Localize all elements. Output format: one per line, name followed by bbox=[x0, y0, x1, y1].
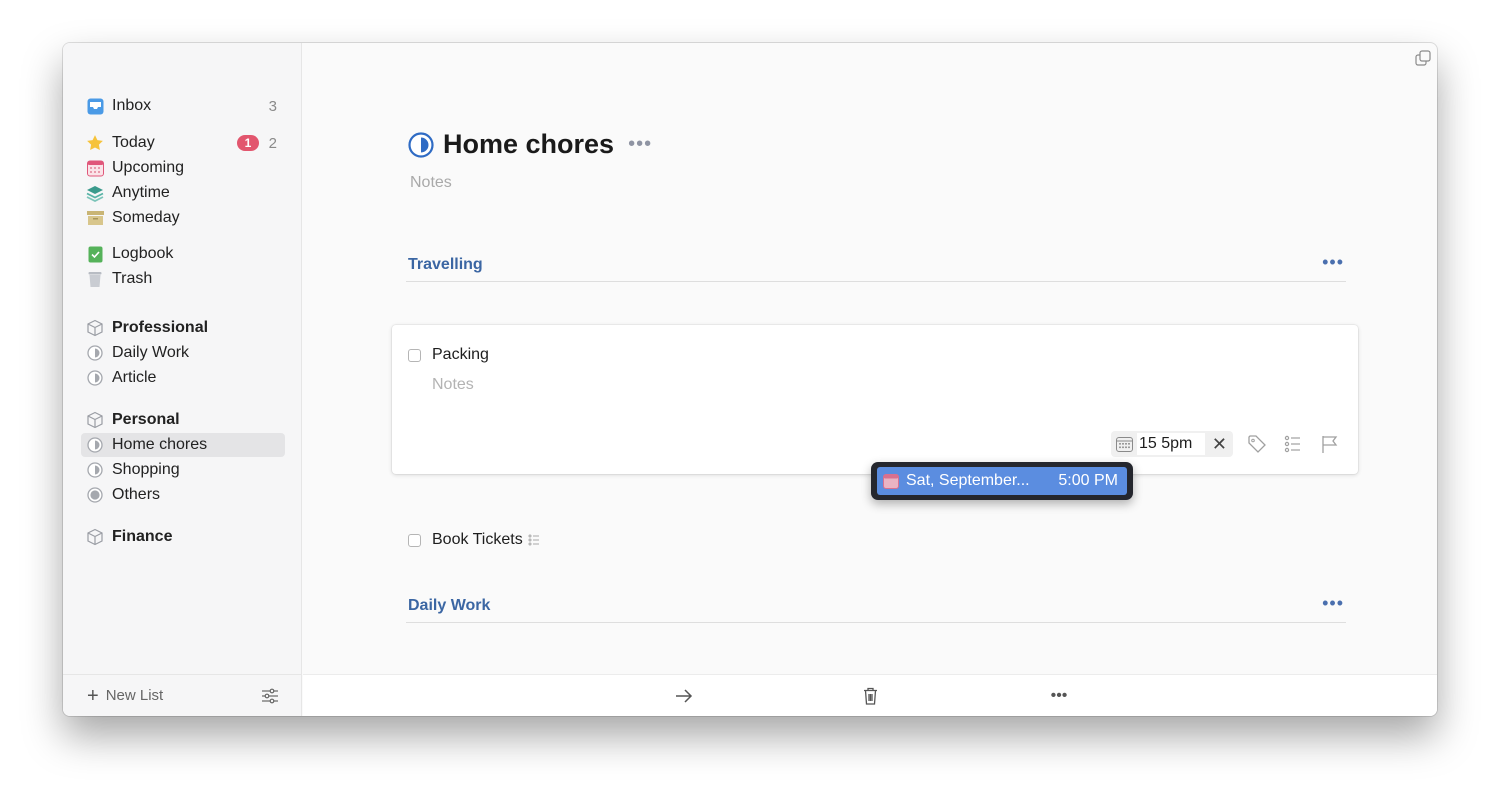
project-header: Home chores ••• bbox=[408, 129, 652, 160]
main-content: Home chores ••• Notes Travelling ••• Pac… bbox=[303, 43, 1437, 716]
sidebar-item-label: Today bbox=[112, 134, 155, 151]
layers-icon bbox=[86, 184, 104, 202]
sidebar-item-today[interactable]: Today 1 2 bbox=[81, 131, 285, 155]
suggestion-time: 5:00 PM bbox=[1058, 472, 1118, 489]
sidebar-item-anytime[interactable]: Anytime bbox=[81, 181, 285, 205]
project-progress-icon bbox=[408, 131, 434, 158]
clear-when-button[interactable]: ✕ bbox=[1212, 434, 1227, 455]
heading-title[interactable]: Travelling bbox=[408, 256, 483, 274]
sidebar-item-label: Article bbox=[112, 369, 157, 386]
tag-icon[interactable] bbox=[1247, 434, 1267, 454]
inbox-count: 3 bbox=[268, 97, 277, 115]
task-item[interactable]: Book Tickets bbox=[408, 531, 540, 549]
today-count: 2 bbox=[268, 134, 277, 152]
logbook-icon bbox=[86, 245, 104, 263]
area-cube-icon bbox=[86, 528, 104, 546]
arrow-right-icon bbox=[676, 689, 693, 703]
heading-travelling: Travelling ••• bbox=[406, 252, 1346, 282]
sidebar-area-personal[interactable]: Personal bbox=[81, 408, 285, 432]
open-task-card: Packing Notes ✕ bbox=[392, 325, 1358, 474]
project-more-button[interactable]: ••• bbox=[628, 133, 652, 156]
sidebar-item-upcoming[interactable]: Upcoming bbox=[81, 156, 285, 180]
sidebar-item-label: Inbox bbox=[112, 97, 152, 114]
task-title-input[interactable]: Packing bbox=[432, 346, 489, 364]
heading-more-button[interactable]: ••• bbox=[1322, 252, 1344, 273]
sidebar-item-label: Personal bbox=[112, 411, 180, 428]
today-due-badge: 1 bbox=[237, 135, 259, 151]
suggestion-date: Sat, September... bbox=[906, 472, 1030, 489]
sidebar-project-home-chores[interactable]: Home chores bbox=[81, 433, 285, 457]
sidebar-footer: + New List bbox=[63, 674, 301, 716]
sidebar-item-label: Shopping bbox=[112, 461, 180, 478]
project-progress-icon bbox=[86, 369, 104, 387]
task-checkbox[interactable] bbox=[408, 533, 421, 547]
sidebar-item-label: Professional bbox=[112, 319, 209, 336]
area-cube-icon bbox=[86, 319, 104, 337]
star-icon bbox=[86, 134, 104, 152]
sidebar-item-label: Logbook bbox=[112, 245, 174, 262]
sidebar-area-professional[interactable]: Professional bbox=[81, 316, 285, 340]
project-title[interactable]: Home chores bbox=[443, 129, 614, 160]
filter-settings-icon[interactable] bbox=[261, 687, 279, 705]
delete-button[interactable] bbox=[860, 686, 880, 706]
new-list-label: New List bbox=[105, 687, 164, 704]
task-title: Book Tickets bbox=[432, 531, 523, 548]
move-button[interactable] bbox=[674, 686, 694, 706]
sidebar-project-others[interactable]: Others bbox=[81, 483, 285, 507]
heading-title[interactable]: Daily Work bbox=[408, 597, 490, 615]
sidebar-item-label: Anytime bbox=[112, 184, 170, 201]
sidebar-item-label: Finance bbox=[112, 528, 173, 545]
deadline-flag-icon[interactable] bbox=[1320, 434, 1340, 454]
trash-icon bbox=[863, 687, 877, 705]
checklist-icon bbox=[528, 534, 539, 546]
inbox-icon bbox=[86, 97, 104, 115]
sidebar-project-shopping[interactable]: Shopping bbox=[81, 458, 285, 482]
sidebar-item-label: Trash bbox=[112, 270, 153, 287]
when-input[interactable] bbox=[1137, 433, 1205, 455]
calendar-icon bbox=[1116, 436, 1133, 452]
calendar-icon bbox=[86, 159, 104, 177]
sidebar: Inbox 3 Today 1 2 Upcoming Anytime Somed… bbox=[63, 43, 302, 716]
plus-icon: + bbox=[87, 684, 99, 707]
checklist-icon[interactable] bbox=[1283, 434, 1303, 454]
heading-daily-work: Daily Work ••• bbox=[406, 593, 1346, 623]
project-notes-field[interactable]: Notes bbox=[410, 174, 452, 192]
archive-box-icon bbox=[86, 209, 104, 227]
sidebar-item-label: Upcoming bbox=[112, 159, 185, 176]
app-window: Inbox 3 Today 1 2 Upcoming Anytime Somed… bbox=[63, 43, 1437, 716]
sidebar-project-article[interactable]: Article bbox=[81, 366, 285, 390]
sidebar-item-someday[interactable]: Someday bbox=[81, 206, 285, 230]
sidebar-item-inbox[interactable]: Inbox 3 bbox=[81, 94, 285, 118]
project-progress-icon bbox=[86, 486, 104, 504]
sidebar-item-label: Someday bbox=[112, 209, 180, 226]
sidebar-item-label: Daily Work bbox=[112, 344, 190, 361]
date-suggestion-item[interactable]: Sat, September... 5:00 PM bbox=[877, 467, 1127, 495]
sidebar-item-label: Home chores bbox=[112, 436, 208, 453]
task-notes-input[interactable]: Notes bbox=[432, 376, 474, 394]
task-checkbox[interactable] bbox=[408, 349, 421, 362]
heading-more-button[interactable]: ••• bbox=[1322, 593, 1344, 614]
project-progress-icon bbox=[86, 344, 104, 362]
project-progress-icon bbox=[86, 461, 104, 479]
when-field: ✕ bbox=[1111, 431, 1233, 457]
date-suggestion-popup: Sat, September... 5:00 PM bbox=[871, 462, 1133, 500]
new-list-button[interactable]: + New List bbox=[87, 686, 163, 706]
sidebar-project-daily-work[interactable]: Daily Work bbox=[81, 341, 285, 365]
sidebar-item-trash[interactable]: Trash bbox=[81, 267, 285, 291]
sidebar-item-logbook[interactable]: Logbook bbox=[81, 242, 285, 266]
more-actions-button[interactable]: ••• bbox=[1046, 686, 1072, 706]
sidebar-area-finance[interactable]: Finance bbox=[81, 525, 285, 549]
trash-icon bbox=[86, 270, 104, 288]
sidebar-item-label: Others bbox=[112, 486, 161, 503]
bottom-toolbar: ••• bbox=[303, 674, 1437, 716]
project-progress-icon bbox=[86, 436, 104, 454]
area-cube-icon bbox=[86, 411, 104, 429]
calendar-icon bbox=[883, 473, 899, 489]
